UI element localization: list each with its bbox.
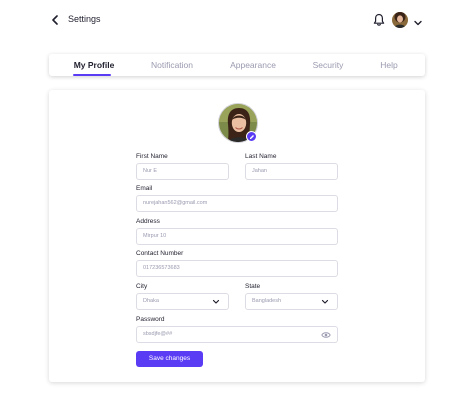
password-label: Password [136, 316, 165, 323]
address-label: Address [136, 218, 160, 225]
chevron-down-icon [321, 299, 329, 304]
address-value: Mirpur 10 [143, 233, 167, 239]
address-field[interactable]: Mirpur 10 [136, 228, 338, 245]
first-name-value: Nur E [143, 168, 158, 174]
email-label: Email [136, 185, 153, 192]
page-title: Settings [68, 14, 101, 24]
state-label: State [245, 283, 261, 290]
last-name-field[interactable]: Jahan [245, 163, 338, 180]
state-value: Bangladesh [252, 298, 282, 304]
email-value: nurejahan562@gmail.com [143, 200, 208, 206]
contact-number-value: 017236573683 [143, 265, 180, 271]
city-value: Dhaka [143, 298, 159, 304]
email-field[interactable]: nurejahan562@gmail.com [136, 195, 338, 212]
eye-icon[interactable] [321, 331, 331, 339]
chevron-down-icon[interactable] [413, 15, 423, 26]
password-value: sbsdjfe@## [143, 331, 173, 337]
tab-appearance[interactable]: Appearance [229, 54, 277, 76]
settings-tabs: My Profile Notification Appearance Secur… [49, 54, 425, 76]
contact-number-label: Contact Number [136, 250, 184, 257]
city-label: City [136, 283, 148, 290]
state-select[interactable]: Bangladesh [245, 293, 338, 310]
contact-number-field[interactable]: 017236573683 [136, 260, 338, 277]
top-bar: Settings [0, 0, 474, 42]
last-name-label: Last Name [245, 153, 277, 160]
tab-notification[interactable]: Notification [146, 54, 198, 76]
last-name-value: Jahan [252, 168, 267, 174]
active-tab-indicator [73, 74, 111, 76]
chevron-left-icon[interactable] [49, 13, 61, 27]
save-changes-button[interactable]: Save changes [136, 351, 203, 367]
tab-my-profile[interactable]: My Profile [69, 54, 119, 76]
edit-photo-button[interactable] [246, 131, 257, 142]
first-name-field[interactable]: Nur E [136, 163, 229, 180]
bell-icon[interactable] [373, 13, 385, 27]
tab-security[interactable]: Security [309, 54, 347, 76]
tab-help[interactable]: Help [377, 54, 401, 76]
password-field[interactable]: sbsdjfe@## [136, 326, 338, 343]
city-select[interactable]: Dhaka [136, 293, 229, 310]
chevron-down-icon [212, 299, 220, 304]
avatar[interactable] [392, 12, 408, 28]
pencil-icon [249, 134, 254, 139]
first-name-label: First Name [136, 153, 168, 160]
